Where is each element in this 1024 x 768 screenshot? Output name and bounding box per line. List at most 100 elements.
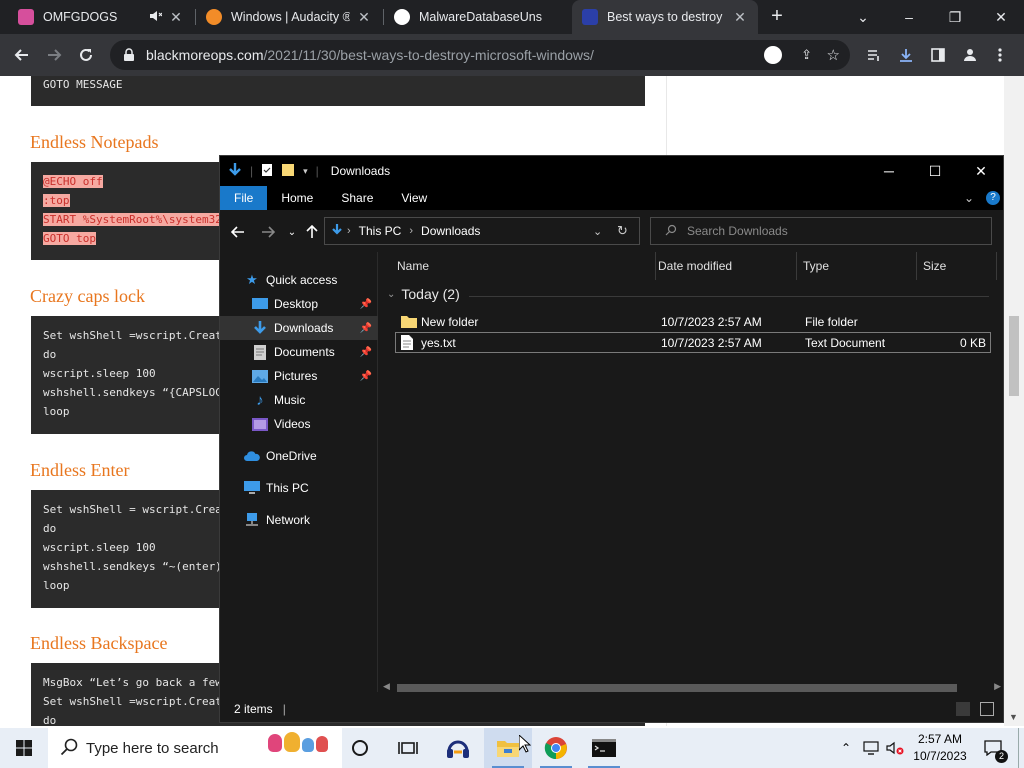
- tab-blackmoreops[interactable]: Best ways to destroy M ✕: [572, 0, 758, 34]
- side-panel-icon[interactable]: [924, 41, 952, 69]
- nav-downloads[interactable]: Downloads 📌: [220, 316, 378, 340]
- group-header-today[interactable]: ⌄ Today (2): [387, 286, 460, 302]
- download-icon[interactable]: [892, 41, 920, 69]
- customize-qat-icon[interactable]: ▾: [303, 166, 308, 177]
- nav-desktop[interactable]: Desktop 📌: [220, 292, 378, 316]
- profile-avatar-icon[interactable]: [956, 41, 984, 69]
- taskbar-chrome[interactable]: [532, 728, 580, 768]
- taskbar-audacity[interactable]: [434, 728, 482, 768]
- breadcrumb-downloads[interactable]: Downloads: [421, 224, 480, 238]
- refresh-icon[interactable]: ↻: [617, 223, 628, 239]
- up-button[interactable]: [302, 222, 322, 242]
- ribbon-tab-view[interactable]: View: [387, 186, 441, 210]
- explorer-back-button[interactable]: [228, 222, 248, 242]
- file-row[interactable]: New folder 10/7/2023 2:57 AM File folder: [395, 311, 991, 332]
- browser-menu-icon[interactable]: [990, 41, 1010, 69]
- minimize-explorer-button[interactable]: ─: [866, 156, 912, 186]
- cortana-circle-icon: [352, 740, 368, 756]
- taskbar-clock[interactable]: 2:57 AM 10/7/2023: [906, 731, 974, 765]
- recent-locations-chevron-icon[interactable]: ⌄: [282, 222, 302, 242]
- cortana-button[interactable]: [336, 728, 384, 768]
- tab-github[interactable]: MalwareDatabaseUns: [384, 0, 570, 34]
- taskbar-search-box[interactable]: Type here to search: [48, 728, 342, 768]
- close-tab-icon[interactable]: ✕: [168, 9, 184, 26]
- volume-muted-icon[interactable]: [884, 728, 906, 768]
- nav-this-pc[interactable]: This PC: [220, 476, 378, 500]
- task-view-button[interactable]: [384, 728, 432, 768]
- tab-title: Best ways to destroy M: [607, 10, 726, 24]
- details-view-icon[interactable]: [956, 702, 970, 716]
- tab-audacity[interactable]: Windows | Audacity ® ✕: [196, 0, 382, 34]
- clock-time: 2:57 AM: [917, 732, 963, 746]
- scroll-down-arrow-icon[interactable]: ▼: [1009, 712, 1018, 722]
- new-folder-icon[interactable]: [281, 163, 295, 180]
- pin-icon[interactable]: 📌: [360, 323, 372, 334]
- file-row[interactable]: yes.txt 10/7/2023 2:57 AM Text Document …: [395, 332, 991, 353]
- tab-omfgdogs[interactable]: OMFGDOGS ✕: [8, 0, 194, 34]
- close-browser-button[interactable]: ✕: [978, 0, 1024, 34]
- windows-taskbar: Type here to search ⌃ 2:57 AM 10/7/2023: [0, 728, 1024, 768]
- forward-button[interactable]: [40, 41, 68, 69]
- explorer-address-bar[interactable]: › This PC › Downloads ⌄ ↻: [324, 217, 640, 245]
- address-history-chevron-icon[interactable]: ⌄: [593, 225, 602, 238]
- address-bar[interactable]: blackmoreops.com/2021/11/30/best-ways-to…: [110, 40, 850, 70]
- column-header-size[interactable]: Size: [917, 252, 997, 280]
- nav-music[interactable]: ♪ Music: [220, 388, 378, 412]
- share-icon[interactable]: ⇪: [801, 47, 812, 63]
- notification-center-icon[interactable]: 2: [978, 728, 1008, 768]
- restore-browser-button[interactable]: ❐: [932, 0, 978, 34]
- breadcrumb-this-pc[interactable]: This PC: [359, 224, 402, 238]
- expand-ribbon-chevron-icon[interactable]: ⌄: [964, 191, 974, 205]
- pin-icon[interactable]: 📌: [360, 299, 372, 310]
- page-scrollbar[interactable]: ▼: [1004, 76, 1024, 726]
- explorer-title-bar[interactable]: | ▾ | Downloads ─ ☐ ✕: [220, 156, 1003, 186]
- taskbar-command-prompt[interactable]: [580, 728, 628, 768]
- nav-documents[interactable]: Documents 📌: [220, 340, 378, 364]
- scrollbar-thumb[interactable]: [397, 684, 957, 692]
- column-header-date-modified[interactable]: Date modified: [656, 252, 797, 280]
- pin-icon[interactable]: 📌: [360, 371, 372, 382]
- close-explorer-button[interactable]: ✕: [958, 156, 1004, 186]
- column-header-type[interactable]: Type: [797, 252, 917, 280]
- close-tab-icon[interactable]: ✕: [356, 9, 372, 26]
- ribbon-tab-share[interactable]: Share: [327, 186, 387, 210]
- reload-button[interactable]: [72, 41, 100, 69]
- collapse-chevron-icon[interactable]: ⌄: [387, 289, 395, 300]
- explorer-search-input[interactable]: Search Downloads: [650, 217, 992, 245]
- nav-pictures[interactable]: Pictures 📌: [220, 364, 378, 388]
- file-explorer-window[interactable]: | ▾ | Downloads ─ ☐ ✕ File Home Share Vi…: [219, 155, 1004, 723]
- network-status-icon[interactable]: [860, 728, 882, 768]
- ribbon-tab-file[interactable]: File: [220, 186, 268, 210]
- maximize-explorer-button[interactable]: ☐: [912, 156, 958, 186]
- scrollbar-thumb[interactable]: [1009, 316, 1019, 396]
- horizontal-scrollbar[interactable]: ◀ ▶: [379, 680, 1003, 696]
- breadcrumb-separator-icon: ›: [347, 225, 351, 237]
- scroll-left-arrow-icon[interactable]: ◀: [383, 681, 390, 692]
- close-tab-icon[interactable]: ✕: [732, 9, 748, 26]
- large-icons-view-icon[interactable]: [980, 702, 994, 716]
- start-button[interactable]: [0, 728, 48, 768]
- back-button[interactable]: [8, 41, 36, 69]
- nav-onedrive[interactable]: OneDrive: [220, 444, 378, 468]
- bookmark-star-icon[interactable]: ☆: [827, 46, 840, 64]
- ribbon-tab-home[interactable]: Home: [267, 186, 327, 210]
- nav-label: This PC: [266, 481, 309, 495]
- nav-network[interactable]: Network: [220, 508, 378, 532]
- show-hidden-icons-chevron-icon[interactable]: ⌃: [836, 728, 856, 768]
- audio-icon[interactable]: [148, 9, 163, 26]
- media-controls-icon[interactable]: [860, 41, 888, 69]
- nav-videos[interactable]: Videos: [220, 412, 378, 436]
- new-tab-button[interactable]: +: [766, 5, 788, 29]
- properties-icon[interactable]: [261, 163, 273, 180]
- pin-icon[interactable]: 📌: [360, 347, 372, 358]
- help-icon[interactable]: ?: [986, 191, 1000, 205]
- minimize-browser-button[interactable]: –: [886, 0, 932, 34]
- show-desktop-button[interactable]: [1018, 728, 1024, 768]
- google-lens-icon[interactable]: [764, 46, 782, 64]
- nav-quick-access[interactable]: ★ Quick access: [220, 268, 378, 292]
- column-header-name[interactable]: Name: [379, 252, 656, 280]
- tab-search-icon[interactable]: ⌄: [840, 0, 886, 34]
- omfgdogs-favicon-icon: [18, 9, 34, 25]
- explorer-forward-button[interactable]: [258, 222, 278, 242]
- scroll-right-arrow-icon[interactable]: ▶: [994, 681, 1001, 692]
